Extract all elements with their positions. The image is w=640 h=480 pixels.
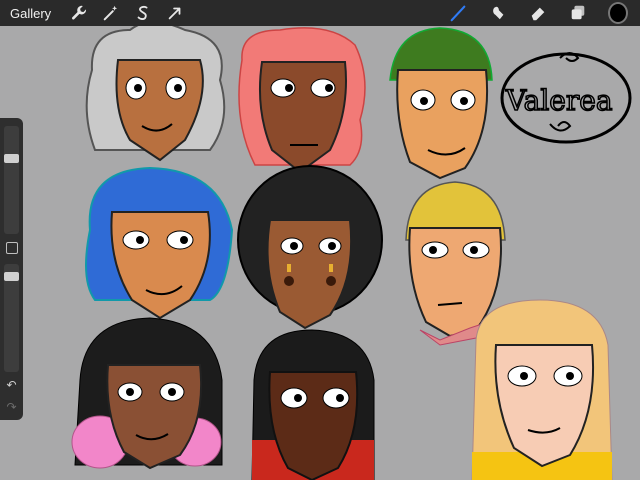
character-black-red-braids: [251, 329, 375, 480]
signature-logo: Valerea: [500, 52, 632, 144]
artwork: Valerea: [71, 26, 632, 480]
smudge-icon[interactable]: [488, 3, 508, 23]
character-black-pink-curls: [71, 317, 223, 470]
character-blonde-long: [471, 299, 613, 480]
brush-icon[interactable]: [448, 3, 468, 23]
character-green-beanie: [389, 27, 493, 180]
layers-icon[interactable]: [568, 3, 588, 23]
eraser-icon[interactable]: [528, 3, 548, 23]
active-color-swatch: [608, 2, 628, 24]
wrench-icon[interactable]: [69, 3, 89, 23]
right-toolbar: [442, 0, 634, 26]
character-blue-bob: [85, 166, 234, 320]
signature-text: Valerea: [505, 84, 613, 117]
top-toolbar: Gallery: [0, 0, 640, 26]
drawing-canvas[interactable]: Valerea: [0, 26, 640, 480]
magic-wand-icon[interactable]: [101, 3, 121, 23]
gallery-button[interactable]: Gallery: [10, 6, 51, 21]
character-pink-fluffy: [238, 27, 366, 174]
color-picker-button[interactable]: [608, 2, 628, 24]
character-gray-curly: [85, 26, 226, 162]
transform-arrow-icon[interactable]: [165, 3, 185, 23]
character-black-afro: [237, 165, 383, 330]
selection-icon[interactable]: [133, 3, 153, 23]
